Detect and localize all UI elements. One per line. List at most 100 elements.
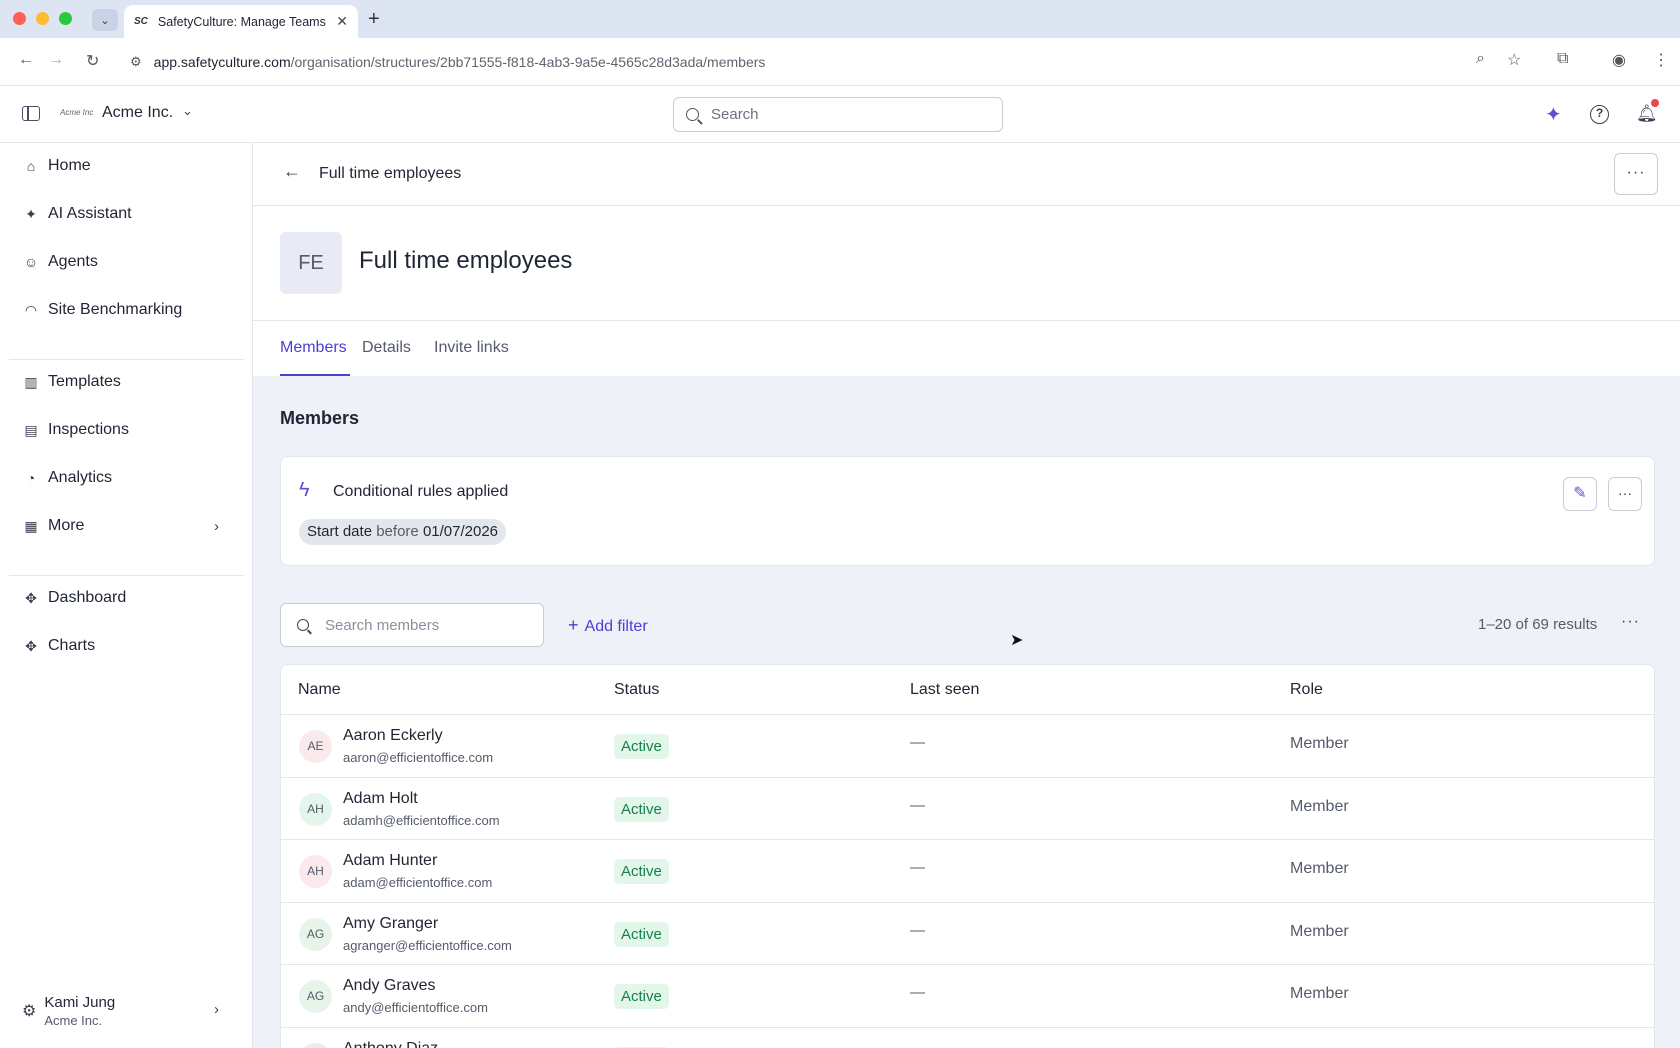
page-title: Full time employees [359, 247, 573, 274]
table-row[interactable]: AH Adam Holt adamh@efficientoffice.com Acti… [281, 778, 1654, 840]
sidebar-item-inspections[interactable]: ▤ Inspections [22, 421, 129, 439]
member-role: Member [1290, 797, 1349, 815]
sidebar-divider [9, 359, 244, 360]
sidebar: ⌂ Home ✦ AI Assistant ☺ Agents ◠ Site Benchm… [0, 143, 253, 1048]
chevron-right-icon[interactable]: › [214, 518, 219, 535]
member-search-input[interactable] [325, 616, 535, 634]
profile-icon[interactable]: ◉ [1612, 50, 1626, 70]
new-tab-button[interactable]: + [368, 8, 380, 31]
notification-dot [1651, 99, 1659, 107]
column-header-name[interactable]: Name [298, 681, 341, 699]
site-info-icon[interactable]: ⚙ [130, 54, 142, 70]
table-row[interactable]: AG Amy Granger agranger@efficientoffice.co… [281, 903, 1654, 965]
sidebar-item-charts[interactable]: ✥ Charts [22, 637, 95, 655]
extensions-icon[interactable]: ⧉ [1557, 50, 1568, 68]
zoom-icon[interactable]: ⌕ [1476, 50, 1485, 68]
page-header: ← Full time employees ··· FE Full time e… [253, 143, 1680, 376]
help-icon[interactable]: ? [1590, 105, 1609, 124]
member-name[interactable]: Amy Granger [343, 915, 438, 933]
org-switcher[interactable]: Acme Inc. [102, 104, 173, 122]
active-tab-indicator [280, 374, 350, 376]
status-badge: Active [614, 796, 669, 822]
member-search[interactable] [280, 603, 544, 647]
sidebar-item-dashboard[interactable]: ✥ Dashboard [22, 589, 126, 607]
browser-menu-icon[interactable]: ⋮ [1653, 50, 1669, 70]
close-window-button[interactable] [13, 12, 26, 25]
tab-search-button[interactable]: ⌄ [92, 9, 118, 31]
notification-bell-icon[interactable]: 🔔︎ [1636, 104, 1658, 124]
member-role: Member [1290, 985, 1349, 1002]
column-header-status[interactable]: Status [614, 681, 659, 699]
sidebar-item-analytics[interactable]: ◔ Analytics [22, 469, 112, 487]
main-content: ← Full time employees ··· FE Full time e… [253, 143, 1680, 1048]
last-seen: — [910, 734, 925, 751]
browser-tab-title: SafetyCulture: Manage Teams [157, 14, 326, 29]
member-role: Member [1290, 735, 1349, 752]
browser-tab-active[interactable]: SC SafetyCulture: Manage Teams ✕ [124, 5, 358, 38]
minimize-window-button[interactable] [36, 12, 49, 25]
search-icon [297, 619, 309, 631]
url-domain: app.safetyculture.com [153, 54, 291, 70]
rule-chip: Start date before 01/07/2026 [299, 519, 507, 545]
sidebar-item-site-benchmarking[interactable]: ◠ Site Benchmarking [22, 301, 182, 319]
edit-rules-button[interactable]: ✎ [1563, 477, 1597, 511]
sidebar-item-label: Dashboard [48, 589, 127, 606]
member-email: adamh@efficientoffice.com [343, 812, 500, 828]
rules-more-button[interactable]: ··· [1608, 477, 1642, 511]
user-menu[interactable]: ⚙ Kami Jung Acme Inc. [22, 994, 115, 1028]
table-row[interactable]: AH Adam Hunter adam@efficientoffice.com Act… [281, 840, 1654, 903]
sidebar-toggle-icon[interactable] [22, 106, 40, 121]
table-row[interactable]: ADAnthony DiazActive—Member [281, 1028, 1654, 1048]
sidebar-item-home[interactable]: ⌂ Home [22, 157, 91, 175]
add-filter-button[interactable]: + Add filter [568, 615, 648, 636]
member-name[interactable]: Adam Holt [343, 790, 418, 808]
close-tab-icon[interactable]: ✕ [336, 13, 348, 30]
last-seen: — [910, 859, 925, 876]
table-row[interactable]: AG Andy Graves andy@efficientoffice.com Act… [281, 965, 1654, 1028]
plus-icon: + [568, 615, 579, 635]
column-header-last-seen[interactable]: Last seen [910, 681, 979, 699]
forward-icon[interactable]: → [48, 51, 64, 69]
table-more-button[interactable]: ··· [1621, 613, 1640, 631]
sidebar-divider [9, 575, 244, 576]
global-search-input[interactable] [711, 106, 971, 123]
last-seen: — [910, 796, 925, 814]
sidebar-item-label: Home [48, 157, 91, 174]
member-name[interactable]: Anthony Diaz [343, 1040, 438, 1048]
reload-icon[interactable]: ↻ [86, 51, 99, 71]
sidebar-item-more[interactable]: ▦ More [22, 517, 84, 535]
column-header-role[interactable]: Role [1290, 681, 1323, 699]
ai-sparkle-icon[interactable]: ✦ [1545, 102, 1562, 127]
chevron-right-icon[interactable]: › [214, 1001, 219, 1018]
member-role: Member [1290, 860, 1349, 877]
tab-members[interactable]: Members [280, 339, 347, 357]
home-icon: ⌂ [26, 158, 36, 174]
tab-invite-links[interactable]: Invite links [434, 339, 509, 357]
table-row[interactable]: AE Aaron Eckerly aaron@efficientoffice.com… [281, 715, 1654, 778]
chevron-down-icon[interactable]: ⌄ [182, 103, 193, 119]
member-name[interactable]: Andy Graves [343, 977, 435, 995]
member-name[interactable]: Aaron Eckerly [343, 727, 443, 745]
sidebar-item-agents[interactable]: ☺ Agents [22, 253, 98, 271]
maximize-window-button[interactable] [59, 12, 72, 25]
avatar: AH [299, 855, 332, 888]
member-role: Member [1290, 922, 1349, 940]
sparkle-icon: ✦ [25, 205, 37, 222]
sidebar-item-label: Analytics [48, 469, 113, 486]
more-options-button[interactable]: ··· [1614, 153, 1658, 195]
browser-titlebar: ⌄ SC SafetyCulture: Manage Teams ✕ + [0, 0, 1680, 38]
back-arrow-icon[interactable]: ← [283, 161, 301, 182]
robot-icon: ☺ [23, 254, 39, 270]
avatar: AE [299, 730, 332, 763]
sidebar-item-ai-assistant[interactable]: ✦ AI Assistant [22, 205, 131, 223]
user-name: Kami Jung [44, 994, 116, 1011]
back-icon[interactable]: ← [18, 51, 34, 69]
global-search[interactable] [673, 97, 1003, 132]
bookmark-star-icon[interactable]: ☆ [1507, 50, 1521, 70]
tab-details[interactable]: Details [362, 339, 411, 357]
sidebar-item-templates[interactable]: ▥ Templates [22, 373, 121, 391]
address-bar[interactable]: ⚙ app.safetyculture.com/organisation/str… [120, 44, 1602, 80]
avatar: AD [299, 1042, 332, 1048]
add-filter-label: Add filter [584, 618, 648, 635]
member-name[interactable]: Adam Hunter [343, 852, 437, 870]
